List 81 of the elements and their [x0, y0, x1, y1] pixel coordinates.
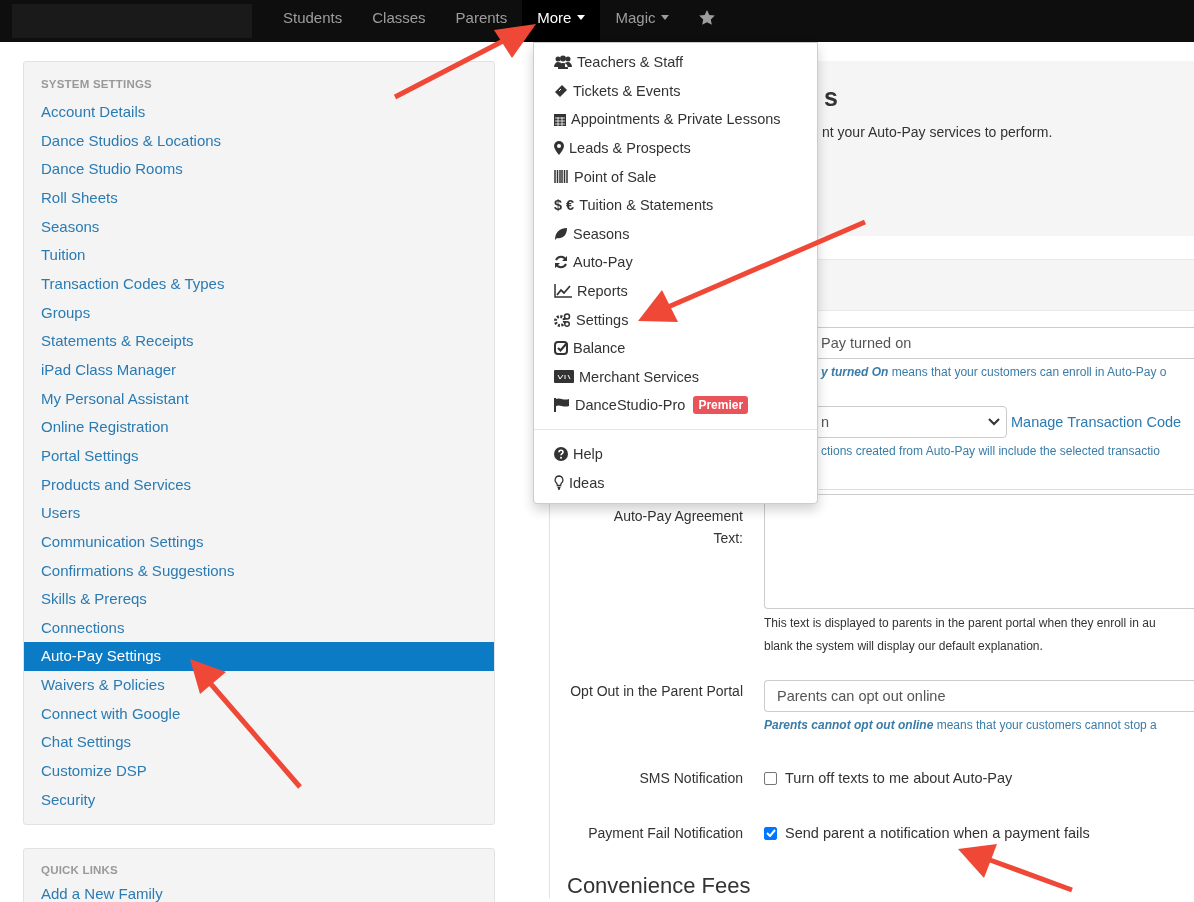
menu-item[interactable]: Point of Sale — [534, 162, 817, 191]
sidebar-item[interactable]: Transaction Codes & Types — [24, 269, 494, 299]
sidebar-item[interactable]: Products and Services — [24, 470, 494, 500]
sidebar-item[interactable]: Auto-Pay Settings — [24, 642, 494, 672]
sidebar-item[interactable]: Groups — [24, 298, 494, 328]
sidebar-item[interactable]: Confirmations & Suggestions — [24, 556, 494, 586]
nav-link[interactable]: Students — [268, 0, 358, 42]
section-heading: Convenience Fees — [567, 874, 752, 898]
sidebar-item[interactable]: Waivers & Policies — [24, 671, 494, 700]
field-label: Auto-Pay Agreement Text: — [612, 507, 743, 548]
menu-item[interactable]: $ € Tuition & Statements — [534, 190, 817, 220]
sidebar-item[interactable]: Skills & Prereqs — [24, 585, 494, 614]
sidebar-item[interactable]: My Personal Assistant — [24, 384, 494, 414]
sidebar-item[interactable]: Dance Studios & Locations — [24, 126, 494, 156]
panel-title: SYSTEM SETTINGS — [40, 77, 153, 92]
sidebar-item[interactable]: Dance Studio Rooms — [24, 155, 494, 184]
nav-link[interactable]: Magic — [600, 0, 685, 42]
page-heading: s — [824, 82, 839, 112]
help-icon — [554, 447, 568, 461]
help-text: Parents cannot opt out online means that your customers cannot stop a — [764, 717, 1158, 733]
menu-item[interactable]: Auto-Pay — [534, 248, 817, 277]
credit-card-icon — [554, 370, 574, 384]
users-icon — [554, 55, 572, 70]
menu-item[interactable]: Settings — [534, 305, 817, 334]
opt-out-select[interactable]: Parents can opt out online — [764, 680, 1194, 712]
sidebar-item[interactable]: Chat Settings — [24, 728, 494, 758]
menu-item[interactable]: Merchant Services — [534, 362, 817, 392]
lightbulb-icon — [554, 475, 564, 491]
flag-icon — [554, 398, 570, 413]
chevron-down-icon — [988, 418, 1000, 426]
sidebar-item[interactable]: Security — [24, 785, 494, 815]
checkbox-label: Send parent a notification when a payment fails — [785, 824, 1090, 843]
menu-item[interactable]: Seasons — [534, 219, 817, 249]
menu-item[interactable]: Balance — [534, 333, 817, 363]
sidebar-item[interactable]: Customize DSP — [24, 757, 494, 786]
sidebar-item[interactable]: Connections — [24, 613, 494, 643]
sidebar-item[interactable]: Tuition — [24, 241, 494, 270]
ticket-icon — [554, 83, 568, 98]
menu-item[interactable]: Appointments & Private Lessons — [534, 105, 817, 134]
field-label: Opt Out in the Parent Portal — [569, 682, 743, 701]
menu-item[interactable]: Ideas — [534, 468, 817, 497]
menu-item[interactable]: Teachers & Staff — [534, 48, 817, 77]
menu-item[interactable]: Tickets & Events — [534, 76, 817, 106]
checkbox[interactable] — [764, 826, 777, 840]
map-pin-icon — [554, 141, 564, 156]
manage-codes-link[interactable]: Manage Transaction Code — [1011, 414, 1182, 430]
sidebar-item[interactable]: Communication Settings — [24, 527, 494, 557]
nav-link[interactable]: Classes — [357, 0, 441, 42]
nav-link[interactable]: More — [522, 0, 601, 42]
sidebar-item[interactable]: Connect with Google — [24, 699, 494, 729]
nav-link[interactable]: Parents — [440, 0, 523, 42]
calendar-icon — [554, 113, 566, 126]
panel-title: QUICK LINKS — [40, 863, 119, 879]
check-square-icon — [554, 341, 568, 356]
quick-link[interactable]: Add a New Family — [24, 884, 494, 902]
field-label: Payment Fail Notification — [587, 824, 743, 843]
sidebar-item[interactable]: Portal Settings — [24, 441, 494, 471]
currency-icon: $ € — [554, 197, 575, 214]
menu-item[interactable]: Reports — [534, 276, 817, 306]
sidebar-item[interactable]: Statements & Receipts — [24, 327, 494, 356]
refresh-icon — [554, 255, 568, 270]
line-chart-icon — [554, 284, 572, 299]
sidebar-item[interactable]: iPad Class Manager — [24, 355, 494, 385]
gears-icon — [554, 312, 571, 327]
menu-item[interactable]: Leads & Prospects — [534, 133, 817, 163]
help-text: This text is displayed to parents in the parent portal when they enroll in au blank the system will display our default explanation. — [764, 615, 1157, 655]
checkbox[interactable] — [764, 771, 777, 785]
field-label: SMS Notification — [638, 769, 743, 788]
help-text: ctions created from Auto-Pay will include the selected transactio — [820, 443, 1161, 459]
help-text: y turned On means that your customers can enroll in Auto-Pay o — [819, 364, 1168, 380]
leaf-icon — [554, 226, 568, 241]
barcode-icon — [554, 170, 569, 184]
menu-item[interactable]: Help — [534, 439, 817, 469]
sidebar-item[interactable]: Account Details — [24, 98, 494, 127]
sidebar-item[interactable]: Online Registration — [24, 413, 494, 442]
page-description: nt your Auto-Pay services to perform. — [822, 124, 1054, 140]
premier-badge: Premier — [693, 396, 749, 415]
sidebar-item[interactable]: Users — [24, 499, 494, 528]
checkbox-label: Turn off texts to me about Auto-Pay — [785, 769, 1013, 788]
sidebar-item[interactable]: Seasons — [24, 212, 494, 242]
sidebar-item[interactable]: Roll Sheets — [24, 183, 494, 213]
